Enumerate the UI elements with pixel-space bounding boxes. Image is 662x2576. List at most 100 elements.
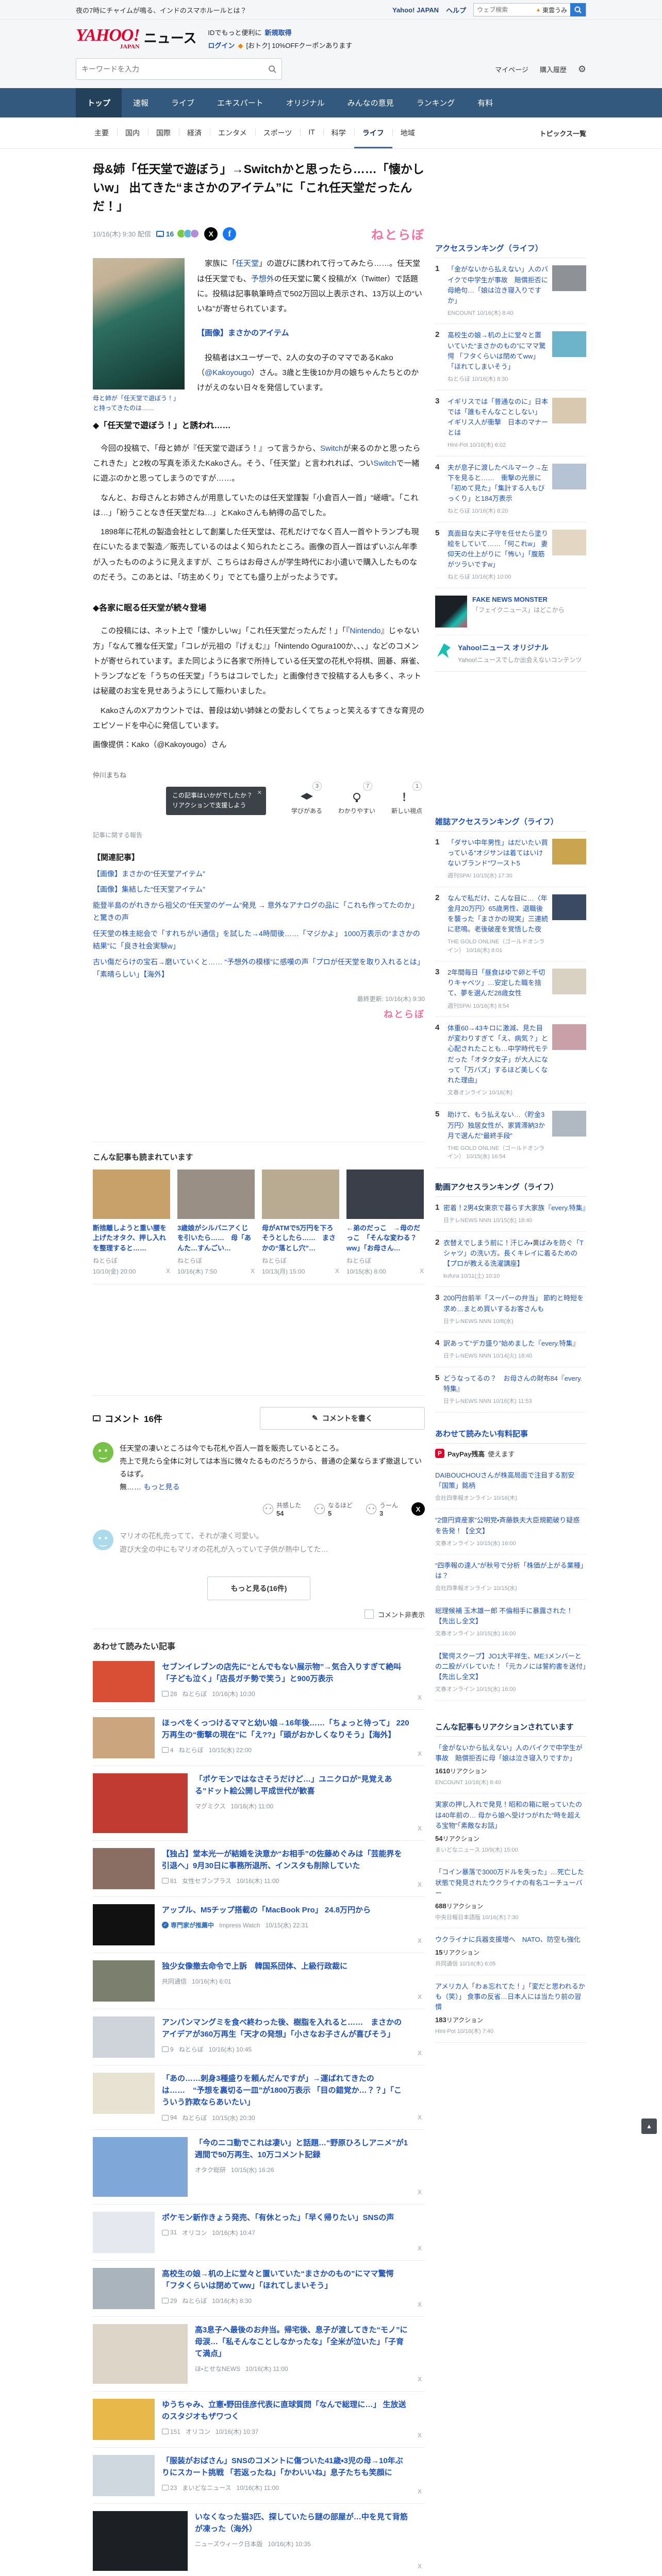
feed-item[interactable]: セブンイレブンの店先に“とんでもない展示物”→気合入りすぎて絶叫「子ども泣く」「… bbox=[93, 1654, 425, 1710]
feed-title[interactable]: 高校生の娘→机の上に堂々と置いていた“まさかのもの”にママ驚愕 「フタくらいは閉… bbox=[162, 2268, 409, 2292]
ranking-item[interactable]: 4 夫が息子に渡したベルマーク→左下を見ると…… 衝撃の光景に「初めて見た」「集… bbox=[435, 456, 586, 522]
reacted-article-item[interactable]: 実家の押し入れで発見！昭和の箱に眠っていたのは40年前の… 母から娘へ受けつがれ… bbox=[435, 1793, 586, 1861]
category-tab[interactable]: ライフ bbox=[354, 117, 392, 149]
x-share-icon[interactable]: X bbox=[418, 2189, 422, 2196]
ranking-title[interactable]: 助けて、もう払えない…〈貯金3万円〉独居女性が、家賃滞納3か月で選んだ“最終手段… bbox=[448, 1110, 548, 1141]
mypage-link[interactable]: マイページ bbox=[495, 64, 528, 74]
original-title[interactable]: Yahoo!ニュース オリジナル bbox=[458, 642, 582, 653]
feed-title[interactable]: アンパンマングミを食べ終わった後、樹脂を入れると…… まさかのアイデアが360万… bbox=[162, 2016, 409, 2041]
comment-more-link[interactable]: もっと見る bbox=[143, 1483, 179, 1491]
ranking-item[interactable]: 3 イギリスでは「普通なのに」日本では「誰もそんなことしない」 イギリス人が衝撃… bbox=[435, 391, 586, 456]
write-comment-button[interactable]: ✎ コメントを書く bbox=[260, 1406, 425, 1430]
reaction-button-learned[interactable]: 3 学びがある bbox=[289, 781, 325, 815]
feed-title[interactable]: ほっぺをくっつけるママと幼い娘→16年後……「ちょっと待って」 220万再生の“… bbox=[162, 1717, 409, 1741]
x-share-icon[interactable]: X bbox=[418, 2376, 422, 2383]
paid-article-item[interactable]: “2億円資産家”公明党・斉藤鉄夫大臣規範破り疑惑を告発！【全文】 文春オンライン… bbox=[435, 1509, 586, 1555]
reacted-article-title[interactable]: 実家の押し入れで発見！昭和の箱に眠っていたのは40年前の… 母から娘へ受けつがれ… bbox=[435, 1800, 586, 1831]
x-share-icon[interactable]: X bbox=[418, 1993, 422, 2001]
publisher-logo[interactable]: ねとらぼ bbox=[371, 225, 425, 243]
related-article-link[interactable]: 【画像】集結した“任天堂アイテム” bbox=[93, 883, 425, 896]
article-figure[interactable]: 母と姉が「任天堂で遊ぼう！」と持ってきたのは…… bbox=[93, 258, 185, 413]
category-tab[interactable]: 科学 bbox=[323, 117, 354, 148]
feed-title[interactable]: 高3息子へ最後のお弁当。帰宅後、息子が渡してきた“モノ”に母涙…「私そんなことし… bbox=[195, 2324, 409, 2360]
x-share-icon[interactable]: X bbox=[166, 1267, 170, 1275]
related-article-link[interactable]: 能登半島のがれきから祖父の“任天堂のゲーム”発見 → 意外なアナログの品に「これ… bbox=[93, 899, 425, 924]
paid-article-item[interactable]: 【驚愕スクープ】JO1大平祥生、ME:Iメンバーとの二股がバレていた！「元カノに… bbox=[435, 1645, 586, 1701]
close-icon[interactable]: ✕ bbox=[257, 789, 262, 798]
feed-title[interactable]: セブンイレブンの店先に“とんでもない展示物”→気合入りすぎて絶叫「子ども泣く」「… bbox=[162, 1661, 409, 1685]
reacted-article-title[interactable]: 「金がないから払えない」人のバイクで中学生が事故 賠償拒否に母「娘は泣き寝入りで… bbox=[435, 1743, 586, 1764]
ranking-title[interactable]: 「ダサい中年男性」はだいたい買っている“オジサンは着てはいけないブランド”ワース… bbox=[448, 838, 548, 869]
reacted-article-item[interactable]: 「金がないから払えない」人のバイクで中学生が事故 賠償拒否に母「娘は泣き寝入りで… bbox=[435, 1737, 586, 1794]
main-nav-tab[interactable]: みんなの意見 bbox=[336, 88, 405, 117]
x-share-icon[interactable]: X bbox=[418, 1825, 422, 1832]
card-title[interactable]: 母がATMで5万円を下ろそうとしたら…… まさかの“落とし穴”… bbox=[262, 1223, 339, 1253]
topbar-promo-link[interactable]: 夜の7時にチャイムが鳴る、インドのスマホルールとは？ bbox=[76, 5, 246, 15]
article-image-caption[interactable]: 母と姉が「任天堂で遊ぼう！」と持ってきたのは…… bbox=[93, 394, 185, 413]
feed-comment-count[interactable]: 29 bbox=[162, 2297, 177, 2304]
feed-comment-count[interactable]: 28 bbox=[162, 1690, 177, 1698]
ranking-title[interactable]: 密着！2男4女東京で暮らす大家族『every.特集』 bbox=[443, 1203, 589, 1213]
x-share-icon[interactable]: X bbox=[418, 1881, 422, 1888]
paid-article-item[interactable]: DAIBOUCHOUさんが株高局面で注目する割安「国策」銘柄 会社四季報オンライ… bbox=[435, 1464, 586, 1510]
article-card[interactable]: 母がATMで5万円を下ろそうとしたら…… まさかの“落とし穴”… ねとらぼ 10… bbox=[262, 1169, 339, 1276]
paid-article-title[interactable]: “四季報の達人”が秋号で分析「株価が上がる業種」は？ bbox=[435, 1561, 586, 1581]
feed-item[interactable]: いなくなった猫3匹、探していたら謎の部屋が…中を見て背筋が凍った（海外） ニュー… bbox=[93, 2504, 425, 2576]
category-tab[interactable]: 国際 bbox=[148, 117, 179, 148]
avatar[interactable] bbox=[93, 1530, 113, 1551]
main-nav-tab[interactable]: ライブ bbox=[160, 88, 206, 117]
main-nav-tab[interactable]: トップ bbox=[76, 88, 122, 118]
publisher-logo-footer[interactable]: ねとらぼ bbox=[93, 1007, 425, 1021]
feed-title[interactable]: アップル、M5チップ搭載の「MacBook Pro」 24.8万円から bbox=[162, 1904, 409, 1916]
x-share-icon[interactable]: X bbox=[418, 2245, 422, 2252]
paid-article-title[interactable]: DAIBOUCHOUさんが株高局面で注目する割安「国策」銘柄 bbox=[435, 1470, 586, 1491]
more-comments-button[interactable]: もっと見る(16件) bbox=[207, 1576, 310, 1600]
x-share-icon[interactable]: X bbox=[418, 2563, 422, 2570]
feed-item[interactable]: アップル、M5チップ搭載の「MacBook Pro」 24.8万円から 専門家が… bbox=[93, 1897, 425, 1953]
feed-item[interactable]: ゆうちゃみ、立憲・野田佳彦代表に直球質問「なんで総理に…」 生放送のスタジオもザ… bbox=[93, 2392, 425, 2448]
feed-item[interactable]: ほっぺをくっつけるママと幼い娘→16年後……「ちょっと待って」 220万再生の“… bbox=[93, 1710, 425, 1766]
feed-title[interactable]: ゆうちゃみ、立憲・野田佳彦代表に直球質問「なんで総理に…」 生放送のスタジオもザ… bbox=[162, 2399, 409, 2423]
magazine-ranking-heading[interactable]: 雑誌アクセスランキング（ライフ） bbox=[435, 816, 586, 832]
ranking-item[interactable]: 2 高校生の娘→机の上に堂々と置いていた“まさかのもの”にママ驚愕 「フタくらい… bbox=[435, 324, 586, 391]
category-tab[interactable]: エンタメ bbox=[210, 117, 255, 148]
article-card[interactable]: 3歳娘がシルバニアくじを引いたら…… 母「あんた…すんごい… ねとらぼ 10/1… bbox=[177, 1169, 255, 1276]
feed-item[interactable]: 【独占】堂本光一が結婚を決意か“お相手”の佐藤めぐみは「芸能界を引退へ」9月30… bbox=[93, 1841, 425, 1897]
keyword-search-input[interactable] bbox=[81, 65, 268, 74]
comment-reaction-hmm[interactable]: うーん 3 bbox=[366, 1501, 398, 1517]
feed-title[interactable]: 「今のニコ動でこれは凄い」と話題…“野原ひろしアニメ”が1週間で50万再生、10… bbox=[195, 2137, 409, 2161]
x-share-icon[interactable]: X bbox=[418, 1750, 422, 1757]
feed-item[interactable]: 高校生の娘→机の上に堂々と置いていた“まさかのもの”にママ驚愕 「フタくらいは閉… bbox=[93, 2261, 425, 2317]
related-article-link[interactable]: 古い傷だらけの宝石→磨いていくと…… “予想外の模様”に感嘆の声「プロが任天堂を… bbox=[93, 956, 425, 981]
feed-title[interactable]: いなくなった猫3匹、探していたら謎の部屋が…中を見て背筋が凍った（海外） bbox=[195, 2511, 409, 2535]
ranking-item[interactable]: 1 密着！2男4女東京で暮らす大家族『every.特集』 日テレNEWS NNN… bbox=[435, 1197, 589, 1232]
gear-icon[interactable]: ⚙ bbox=[578, 64, 586, 75]
video-ranking-heading[interactable]: 動画アクセスランキング（ライフ） bbox=[435, 1181, 586, 1197]
yahoo-japan-link[interactable]: Yahoo! JAPAN bbox=[392, 6, 439, 14]
x-share-icon[interactable]: X bbox=[411, 1502, 425, 1516]
paid-articles-heading[interactable]: あわせて読みたい有料記事 bbox=[435, 1428, 586, 1444]
ranking-title[interactable]: イギリスでは「普通なのに」日本では「誰もそんなことしない」 イギリス人が衝撃 日… bbox=[448, 397, 548, 438]
feed-item[interactable]: アンパンマングミを食べ終わった後、樹脂を入れると…… まさかのアイデアが360万… bbox=[93, 2009, 425, 2065]
category-tab[interactable]: スポーツ bbox=[255, 117, 301, 148]
ranking-item[interactable]: 3 200円台前半「スーパーの弁当」 節約と時短を求め…まとめ買いするお客さんも… bbox=[435, 1287, 586, 1333]
article-card[interactable]: ←弟のだっこ →母のだっこ 「そんな変わる？ww」「お母さん… ねとらぼ 10/… bbox=[346, 1169, 424, 1276]
reacted-article-item[interactable]: ウクライナに兵器支援増へ NATO、防空も強化 15リアクション 共同通信 10… bbox=[435, 1928, 586, 1975]
feed-item[interactable]: 高3息子へ最後のお弁当。帰宅後、息子が渡してきた“モノ”に母涙…「私そんなことし… bbox=[93, 2317, 425, 2392]
ranking-title[interactable]: 体重60→43キロに激減、見た目が変わりすぎて「え、病気？」と心配されたことも…… bbox=[448, 1023, 548, 1086]
yahoo-news-logo[interactable]: YAHOO! JAPAN ニュース bbox=[76, 27, 196, 50]
feed-item[interactable]: ポケモン新作きょう発売、「有休とった」「早く帰りたい」SNSの声 31 オリコン… bbox=[93, 2205, 425, 2261]
login-link[interactable]: ログイン bbox=[208, 40, 235, 53]
comment-reaction-isee[interactable]: なるほど 5 bbox=[314, 1501, 353, 1517]
ranking-title[interactable]: 衣替えでしまう前に！汗じみ・黄ばみを防ぐ「Tシャツ」の洗い方。長くキレイに着るた… bbox=[443, 1238, 586, 1269]
reacted-article-item[interactable]: アメリカ人「わぁ忘れてた！」「変だと思われるかも（笑）」 食事の反省…日本人には… bbox=[435, 1975, 586, 2043]
related-article-link[interactable]: 【画像】まさかの“任天堂アイテム” bbox=[93, 868, 425, 880]
category-tab[interactable]: IT bbox=[300, 117, 323, 148]
x-share-icon[interactable]: X bbox=[418, 2301, 422, 2308]
paid-article-item[interactable]: “四季報の達人”が秋号で分析「株価が上がる業種」は？ 会社四季報オンライン 10… bbox=[435, 1554, 586, 1600]
ranking-item[interactable]: 3 2年間毎日「昼食はゆで卵と千切りキャベツ」…安定した職を捨て、夢を選んだ28… bbox=[435, 961, 586, 1018]
ranking-title[interactable]: 2年間毎日「昼食はゆで卵と千切りキャベツ」…安定した職を捨て、夢を選んだ28歳女… bbox=[448, 968, 548, 998]
back-to-top-button[interactable]: ▲ bbox=[641, 2119, 657, 2134]
id-register-link[interactable]: 新規取得 bbox=[264, 27, 291, 40]
article-card[interactable]: 断捨離しようと重い腰を上げたオタク、押し入れを整理すると…… ねとらぼ 10/1… bbox=[93, 1169, 170, 1276]
